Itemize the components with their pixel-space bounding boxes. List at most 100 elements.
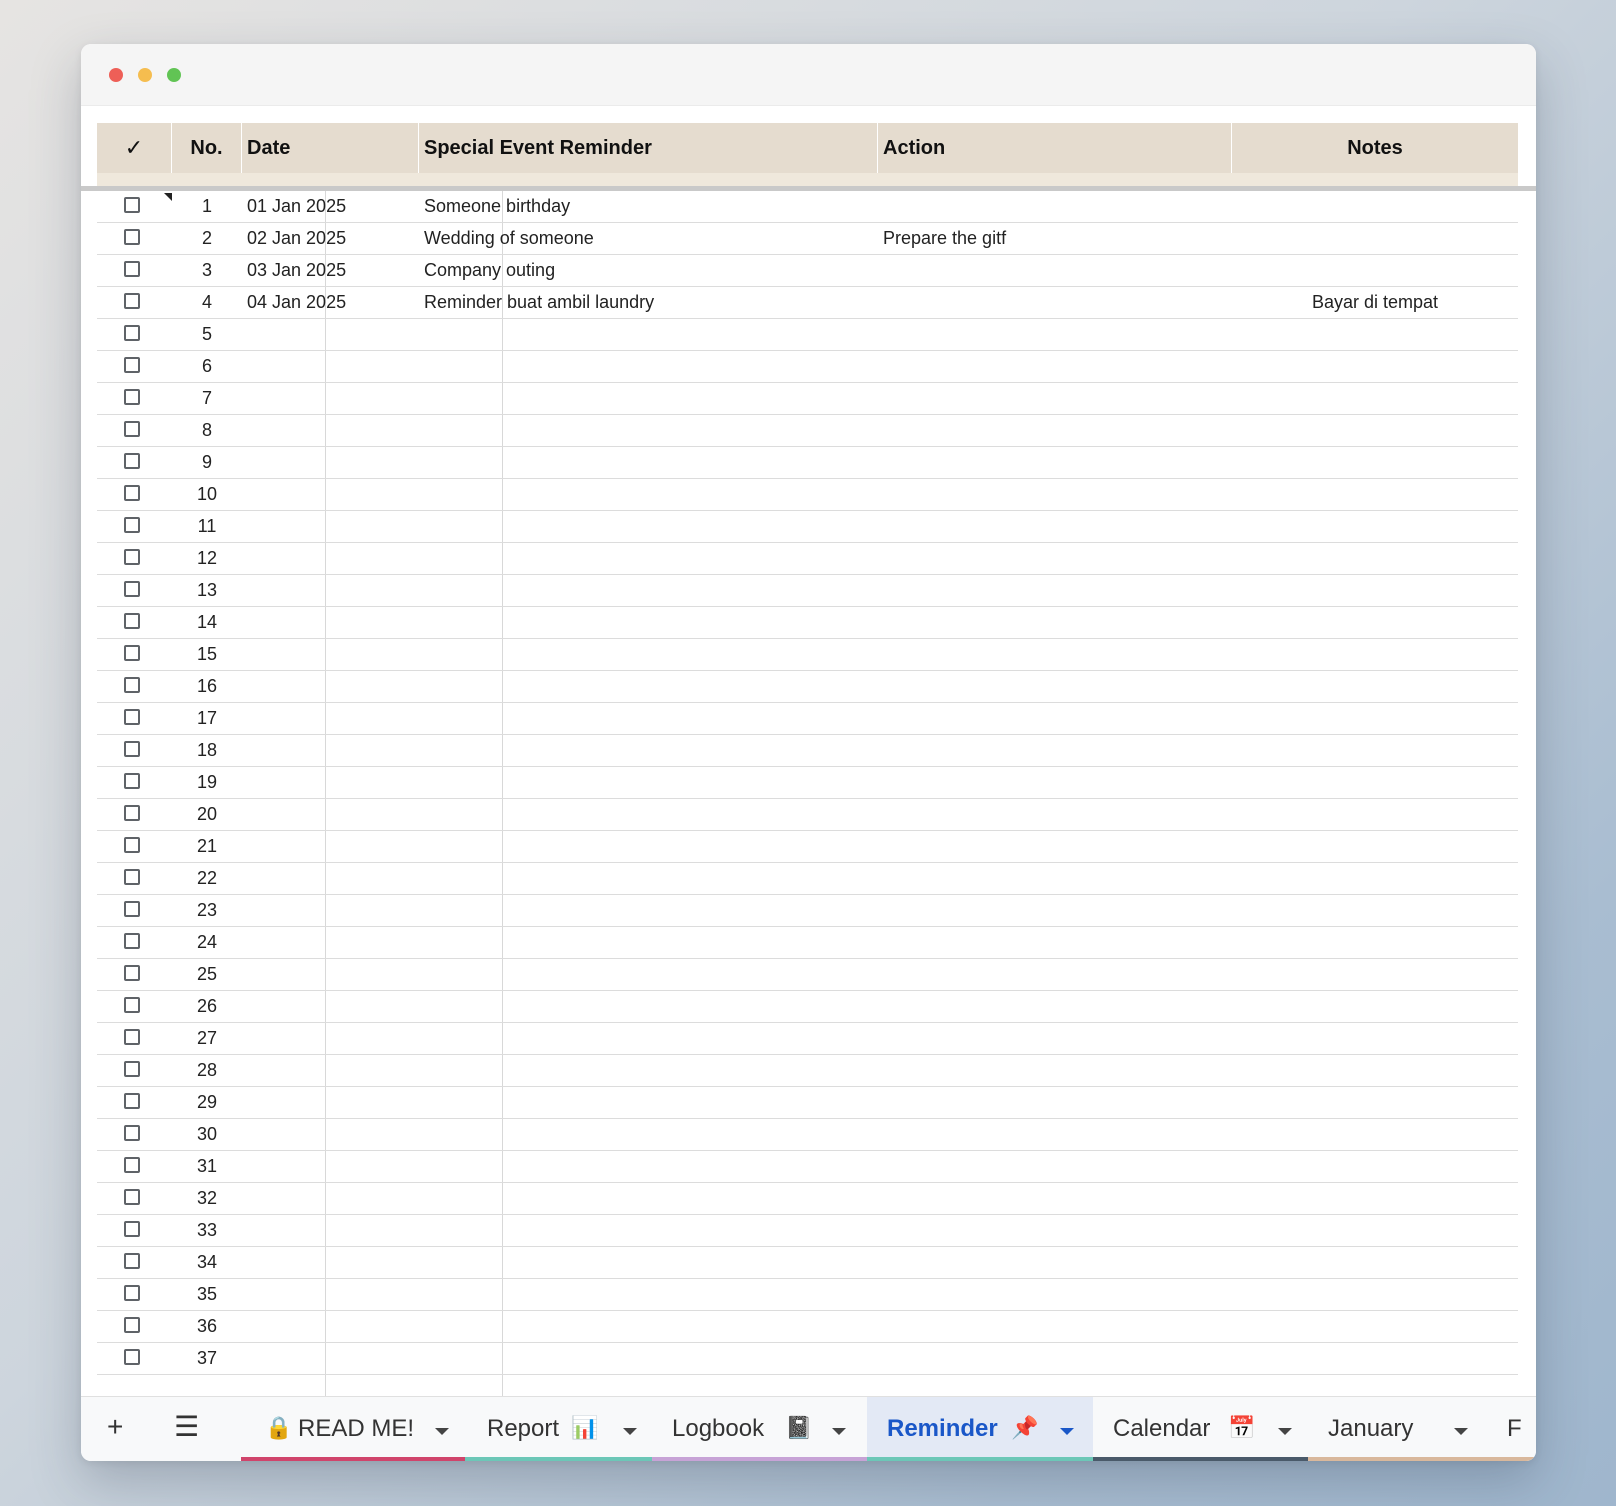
cell-notes[interactable] <box>1232 671 1518 702</box>
cell-no[interactable]: 32 <box>172 1183 242 1214</box>
cell-event[interactable] <box>424 1343 874 1374</box>
cell-event[interactable] <box>424 1151 874 1182</box>
table-row[interactable]: 18 <box>97 735 1518 767</box>
table-row[interactable]: 19 <box>97 767 1518 799</box>
cell-no[interactable]: 25 <box>172 959 242 990</box>
cell-no[interactable]: 15 <box>172 639 242 670</box>
tab-logbook[interactable]: Logbook 📓 <box>652 1397 867 1461</box>
table-row[interactable]: 29 <box>97 1087 1518 1119</box>
cell-action[interactable] <box>883 831 1228 862</box>
table-row[interactable]: 25 <box>97 959 1518 991</box>
comment-indicator-icon[interactable] <box>164 193 172 201</box>
cell-event[interactable] <box>424 767 874 798</box>
cell-event[interactable]: Company outing <box>424 255 874 286</box>
cell-action[interactable] <box>883 671 1228 702</box>
cell-no[interactable]: 8 <box>172 415 242 446</box>
cell-no[interactable]: 19 <box>172 767 242 798</box>
cell-date[interactable] <box>247 479 417 510</box>
table-row[interactable]: 7 <box>97 383 1518 415</box>
tab-read-me[interactable]: READ ME! 🔒 <box>241 1397 465 1461</box>
cell-no[interactable]: 35 <box>172 1279 242 1310</box>
cell-event[interactable] <box>424 1247 874 1278</box>
cell-no[interactable]: 22 <box>172 863 242 894</box>
cell-action[interactable] <box>883 1119 1228 1150</box>
cell-no[interactable]: 21 <box>172 831 242 862</box>
cell-notes[interactable] <box>1232 319 1518 350</box>
cell-notes[interactable] <box>1232 703 1518 734</box>
row-checkbox[interactable] <box>124 965 140 981</box>
cell-date[interactable] <box>247 1183 417 1214</box>
cell-event[interactable] <box>424 895 874 926</box>
row-checkbox[interactable] <box>124 645 140 661</box>
cell-no[interactable]: 28 <box>172 1055 242 1086</box>
cell-event[interactable] <box>424 991 874 1022</box>
cell-no[interactable]: 13 <box>172 575 242 606</box>
cell-no[interactable]: 36 <box>172 1311 242 1342</box>
cell-date[interactable] <box>247 671 417 702</box>
cell-event[interactable] <box>424 319 874 350</box>
cell-notes[interactable] <box>1232 735 1518 766</box>
cell-event[interactable] <box>424 799 874 830</box>
header-action[interactable]: Action <box>878 123 1232 173</box>
row-checkbox[interactable] <box>124 421 140 437</box>
cell-action[interactable] <box>883 1311 1228 1342</box>
cell-action[interactable] <box>883 319 1228 350</box>
cell-date[interactable]: 01 Jan 2025 <box>247 191 417 222</box>
table-row[interactable]: 1 01 Jan 2025 Someone birthday <box>97 191 1518 223</box>
cell-date[interactable] <box>247 415 417 446</box>
cell-date[interactable] <box>247 703 417 734</box>
dropdown-arrow-icon[interactable] <box>1278 1428 1292 1435</box>
cell-event[interactable] <box>424 543 874 574</box>
cell-date[interactable] <box>247 863 417 894</box>
cell-notes[interactable] <box>1232 479 1518 510</box>
dropdown-arrow-icon[interactable] <box>435 1428 449 1435</box>
cell-date[interactable] <box>247 351 417 382</box>
cell-notes[interactable] <box>1232 1055 1518 1086</box>
dropdown-arrow-icon[interactable] <box>1454 1428 1468 1435</box>
cell-date[interactable] <box>247 831 417 862</box>
table-row[interactable]: 26 <box>97 991 1518 1023</box>
cell-notes[interactable] <box>1232 1215 1518 1246</box>
table-row[interactable]: 34 <box>97 1247 1518 1279</box>
cell-no[interactable]: 18 <box>172 735 242 766</box>
cell-event[interactable] <box>424 735 874 766</box>
cell-event[interactable]: Someone birthday <box>424 191 874 222</box>
cell-action[interactable] <box>883 191 1228 222</box>
cell-notes[interactable] <box>1232 863 1518 894</box>
cell-notes[interactable] <box>1232 1311 1518 1342</box>
cell-date[interactable] <box>247 639 417 670</box>
table-row[interactable]: 10 <box>97 479 1518 511</box>
cell-date[interactable] <box>247 383 417 414</box>
cell-event[interactable]: Reminder buat ambil laundry <box>424 287 874 318</box>
table-row[interactable]: 3 03 Jan 2025 Company outing <box>97 255 1518 287</box>
cell-date[interactable] <box>247 511 417 542</box>
cell-action[interactable] <box>883 767 1228 798</box>
cell-date[interactable] <box>247 1279 417 1310</box>
row-checkbox[interactable] <box>124 453 140 469</box>
header-notes[interactable]: Notes <box>1232 123 1518 173</box>
row-checkbox[interactable] <box>124 1093 140 1109</box>
cell-action[interactable] <box>883 863 1228 894</box>
table-row[interactable]: 15 <box>97 639 1518 671</box>
cell-action[interactable] <box>883 351 1228 382</box>
table-row[interactable]: 31 <box>97 1151 1518 1183</box>
cell-notes[interactable] <box>1232 447 1518 478</box>
cell-no[interactable]: 30 <box>172 1119 242 1150</box>
cell-no[interactable]: 27 <box>172 1023 242 1054</box>
cell-action[interactable] <box>883 799 1228 830</box>
header-no[interactable]: No. <box>172 123 242 173</box>
cell-notes[interactable] <box>1232 191 1518 222</box>
dropdown-arrow-icon[interactable] <box>832 1428 846 1435</box>
cell-action[interactable] <box>883 1279 1228 1310</box>
cell-notes[interactable] <box>1232 1151 1518 1182</box>
table-row[interactable]: 9 <box>97 447 1518 479</box>
cell-notes[interactable] <box>1232 351 1518 382</box>
cell-event[interactable] <box>424 959 874 990</box>
cell-date[interactable]: 02 Jan 2025 <box>247 223 417 254</box>
cell-event[interactable] <box>424 1023 874 1054</box>
cell-date[interactable] <box>247 895 417 926</box>
cell-notes[interactable] <box>1232 1119 1518 1150</box>
cell-notes[interactable] <box>1232 255 1518 286</box>
header-check[interactable]: ✓ <box>97 123 172 173</box>
cell-date[interactable]: 03 Jan 2025 <box>247 255 417 286</box>
